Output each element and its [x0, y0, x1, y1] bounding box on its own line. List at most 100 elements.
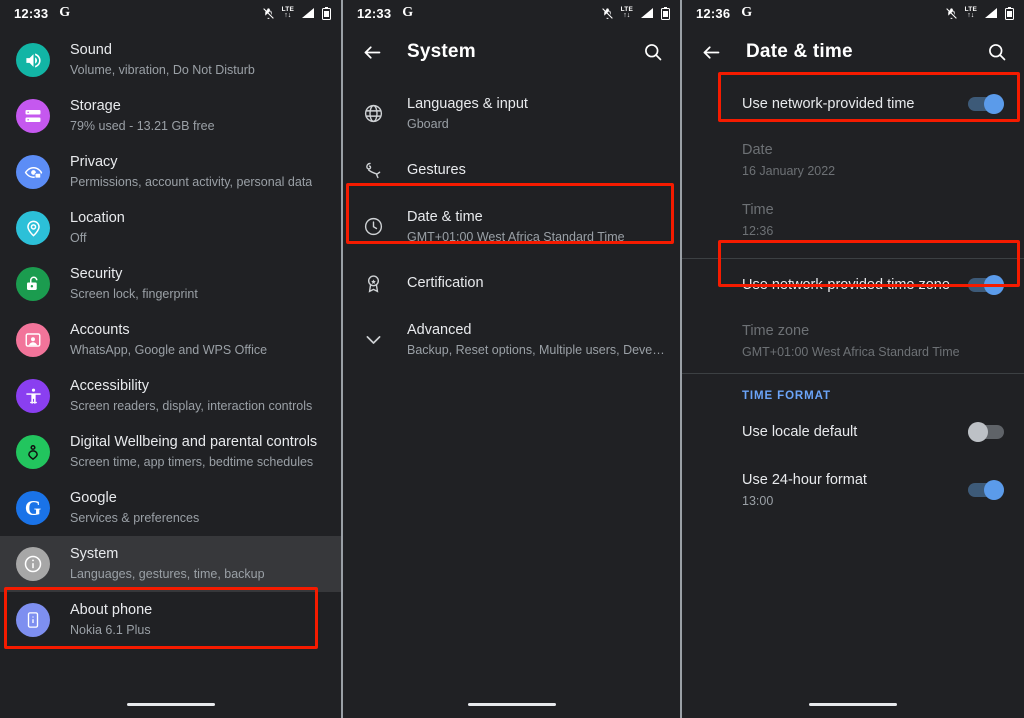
status-bar-icons: LTE ↑↓ — [262, 7, 331, 20]
toggle-use-24-hour-format[interactable] — [968, 483, 1004, 497]
signal-bars-icon — [984, 7, 998, 19]
system-row-text: Certification — [407, 273, 484, 293]
settings-row-title: Storage — [70, 97, 215, 116]
settings-row-digital-wellbeing[interactable]: Digital Wellbeing and parental controls … — [0, 424, 341, 480]
settings-row-privacy[interactable]: Privacy Permissions, account activity, p… — [0, 144, 341, 200]
settings-row-title: About phone — [70, 601, 152, 620]
system-list: Languages & input Gboard Gestures Date &… — [343, 78, 680, 369]
home-pill-icon[interactable] — [468, 703, 556, 706]
app-bar: Date & time — [682, 26, 1024, 78]
home-pill-icon[interactable] — [809, 703, 897, 706]
settings-row-text: Security Screen lock, fingerprint — [70, 265, 198, 303]
row-time-zone[interactable]: Time zone GMT+01:00 West Africa Standard… — [682, 311, 1024, 373]
system-row-title: Advanced — [407, 320, 666, 340]
nav-bar — [682, 695, 1024, 718]
settings-row-text: Privacy Permissions, account activity, p… — [70, 153, 312, 191]
system-row-title: Gestures — [407, 160, 466, 180]
row-use-locale-default[interactable]: Use locale default — [682, 406, 1024, 458]
row-use-network-time-zone[interactable]: Use network-provided time zone — [682, 259, 1024, 311]
wellbeing-icon — [16, 435, 50, 469]
toggle-use-locale-default[interactable] — [968, 425, 1004, 439]
nav-bar — [0, 695, 341, 718]
settings-row-security[interactable]: Security Screen lock, fingerprint — [0, 256, 341, 312]
settings-row-text: Google Services & preferences — [70, 489, 199, 527]
certification-icon — [351, 273, 395, 294]
row-label: Time — [742, 200, 1004, 220]
status-bar: 12:33 G LTE ↑↓ — [343, 0, 680, 26]
system-row-subtitle: Gboard — [407, 115, 528, 133]
settings-row-about-phone[interactable]: About phone Nokia 6.1 Plus — [0, 592, 341, 648]
settings-row-text: Digital Wellbeing and parental controls … — [70, 433, 317, 471]
storage-icon — [16, 99, 50, 133]
notifications-off-icon — [262, 7, 275, 20]
row-label: Date — [742, 140, 1004, 160]
status-bar-clock: 12:36 — [696, 6, 730, 21]
system-row-text: Languages & input Gboard — [407, 94, 528, 133]
settings-row-title: Accessibility — [70, 377, 312, 396]
settings-row-location[interactable]: Location Off — [0, 200, 341, 256]
about-phone-icon — [16, 603, 50, 637]
settings-row-subtitle: Nokia 6.1 Plus — [70, 621, 152, 639]
system-row-subtitle: GMT+01:00 West Africa Standard Time — [407, 228, 625, 246]
system-screen: 12:33 G LTE ↑↓ System — [341, 0, 682, 718]
settings-row-subtitle: Screen lock, fingerprint — [70, 285, 198, 303]
settings-row-subtitle: 79% used - 13.21 GB free — [70, 117, 215, 135]
google-logo-icon: G — [402, 5, 413, 21]
settings-row-subtitle: Off — [70, 229, 125, 247]
system-row-date-time[interactable]: Date & time GMT+01:00 West Africa Standa… — [343, 197, 680, 256]
settings-row-text: About phone Nokia 6.1 Plus — [70, 601, 152, 639]
settings-row-text: System Languages, gestures, time, backup — [70, 545, 265, 583]
system-row-title: Certification — [407, 273, 484, 293]
system-row-title: Date & time — [407, 207, 625, 227]
settings-row-subtitle: Languages, gestures, time, backup — [70, 565, 265, 583]
status-bar: 12:36 G LTE ↑↓ — [682, 0, 1024, 26]
page-title: System — [407, 41, 476, 63]
settings-row-text: Storage 79% used - 13.21 GB free — [70, 97, 215, 135]
gestures-icon — [351, 160, 395, 181]
system-row-advanced[interactable]: Advanced Backup, Reset options, Multiple… — [343, 310, 680, 369]
row-time[interactable]: Time 12:36 — [682, 190, 1024, 250]
system-row-certification[interactable]: Certification — [343, 256, 680, 310]
search-icon[interactable] — [640, 39, 666, 65]
toggle-use-network-time-zone[interactable] — [968, 278, 1004, 292]
status-bar-clock: 12:33 — [357, 6, 391, 21]
settings-row-title: Digital Wellbeing and parental controls — [70, 433, 317, 452]
settings-row-accounts[interactable]: Accounts WhatsApp, Google and WPS Office — [0, 312, 341, 368]
row-use-network-time[interactable]: Use network-provided time — [682, 78, 1024, 130]
system-row-languages-input[interactable]: Languages & input Gboard — [343, 84, 680, 143]
system-row-text: Gestures — [407, 160, 466, 180]
settings-row-subtitle: Screen time, app timers, bedtime schedul… — [70, 453, 317, 471]
google-icon: G — [16, 491, 50, 525]
row-label: Time zone — [742, 321, 1004, 341]
location-icon — [16, 211, 50, 245]
settings-row-title: Sound — [70, 41, 255, 60]
accounts-icon — [16, 323, 50, 357]
back-arrow-icon[interactable] — [359, 39, 385, 65]
row-use-24-hour-format[interactable]: Use 24-hour format 13:00 — [682, 458, 1024, 522]
signal-bars-icon — [640, 7, 654, 19]
lte-data-icon: LTE ↑↓ — [965, 7, 977, 20]
settings-list: Sound Volume, vibration, Do Not Disturb … — [0, 26, 341, 648]
date-time-list: Use network-provided time Date 16 Januar… — [682, 78, 1024, 522]
app-bar: System — [343, 26, 680, 78]
security-icon — [16, 267, 50, 301]
page-title: Date & time — [746, 41, 853, 63]
settings-row-subtitle: Permissions, account activity, personal … — [70, 173, 312, 191]
settings-row-text: Accessibility Screen readers, display, i… — [70, 377, 312, 415]
settings-row-google[interactable]: G Google Services & preferences — [0, 480, 341, 536]
settings-row-sound[interactable]: Sound Volume, vibration, Do Not Disturb — [0, 32, 341, 88]
settings-row-storage[interactable]: Storage 79% used - 13.21 GB free — [0, 88, 341, 144]
back-arrow-icon[interactable] — [698, 39, 724, 65]
row-date[interactable]: Date 16 January 2022 — [682, 130, 1024, 190]
search-icon[interactable] — [984, 39, 1010, 65]
system-row-gestures[interactable]: Gestures — [343, 143, 680, 197]
row-value: GMT+01:00 West Africa Standard Time — [742, 343, 1004, 361]
settings-row-subtitle: Services & preferences — [70, 509, 199, 527]
settings-row-subtitle: Screen readers, display, interaction con… — [70, 397, 312, 415]
google-logo-icon: G — [741, 5, 752, 21]
settings-row-accessibility[interactable]: Accessibility Screen readers, display, i… — [0, 368, 341, 424]
settings-row-system[interactable]: System Languages, gestures, time, backup — [0, 536, 341, 592]
home-pill-icon[interactable] — [127, 703, 215, 706]
toggle-use-network-time[interactable] — [968, 97, 1004, 111]
date-time-screen: 12:36 G LTE ↑↓ Date & time — [682, 0, 1024, 718]
